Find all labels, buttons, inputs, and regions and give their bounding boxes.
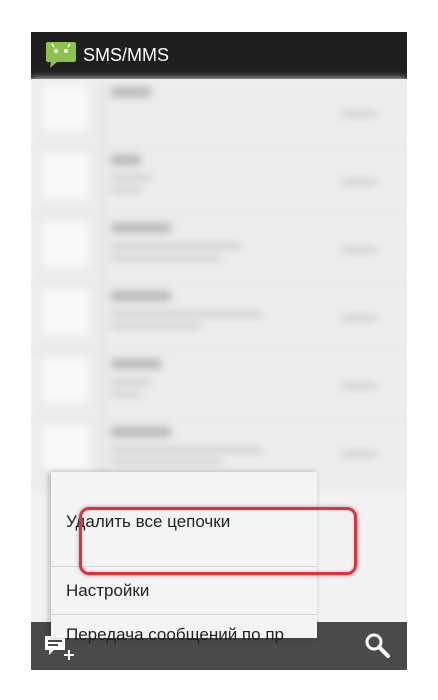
action-bar: SMS/MMS [31, 32, 407, 79]
list-item[interactable] [31, 147, 407, 215]
menu-item-message-transfer[interactable]: Передача сообщений по пр [51, 615, 317, 655]
list-item[interactable] [31, 283, 407, 351]
thread-list [31, 79, 407, 489]
list-item[interactable] [31, 79, 407, 147]
app-title: SMS/MMS [83, 45, 170, 65]
highlight-frame [79, 507, 357, 575]
list-item[interactable] [31, 351, 407, 419]
list-item[interactable] [31, 215, 407, 283]
search-icon[interactable] [363, 631, 391, 659]
android-messaging-icon [46, 42, 76, 68]
